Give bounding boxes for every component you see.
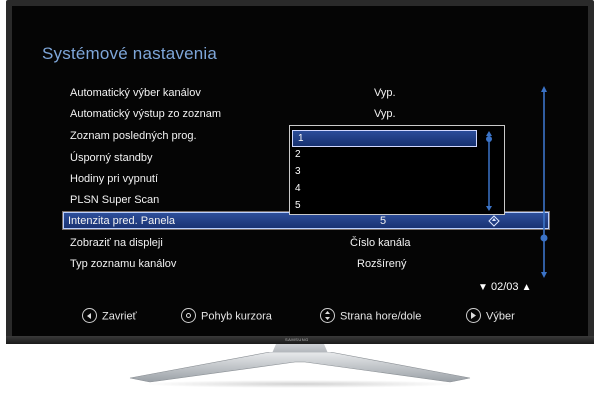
footer-close-hint: Zavrieť — [82, 308, 137, 324]
menu-row-auto-exit-list[interactable]: Automatický výstup zo zoznam Vyp. — [64, 105, 549, 125]
footer-cursor-hint: Pohyb kurzora — [181, 308, 272, 324]
stand-shadow — [140, 380, 460, 388]
menu-row-auto-channel-select[interactable]: Automatický výber kanálov Vyp. — [64, 84, 549, 104]
dropdown-option-3[interactable]: 3 — [290, 164, 470, 181]
dropdown-option-4[interactable]: 4 — [290, 181, 470, 198]
dropdown-option-1[interactable]: 1 — [292, 130, 477, 147]
footer-label: Strana hore/dole — [340, 310, 422, 323]
row-label: Hodiny pri vypnutí — [70, 173, 159, 185]
menu-title: Systémové nastavenia — [42, 44, 218, 63]
dropdown-scrollbar[interactable] — [483, 131, 495, 211]
menu-row-display-show[interactable]: Zobraziť na displeji Číslo kanála — [64, 234, 549, 254]
option-label: 1 — [298, 133, 304, 144]
row-label: PLSN Super Scan — [70, 194, 160, 206]
dropdown-option-5[interactable]: 5 — [290, 198, 470, 215]
row-value: 5 — [380, 215, 387, 227]
brand-logo: SAMSUNG — [285, 337, 309, 342]
row-label: Zobraziť na displeji — [70, 237, 163, 249]
footer-label: Výber — [486, 310, 515, 323]
row-label: Úsporný standby — [70, 152, 153, 164]
option-label: 3 — [295, 166, 301, 177]
diamond-arrows-icon — [488, 215, 500, 227]
row-label: Automatický výstup zo zoznam — [70, 108, 222, 120]
return-icon — [82, 308, 97, 323]
row-value: Vyp. — [374, 108, 396, 120]
enter-icon — [466, 308, 481, 323]
footer-label: Pohyb kurzora — [201, 310, 272, 323]
page-updown-icon — [320, 308, 335, 323]
page-down-icon: ▼ — [478, 282, 488, 293]
page-number: 02/03 — [490, 281, 519, 293]
page-up-icon: ▲ — [521, 282, 532, 293]
page-scrollbar[interactable] — [538, 86, 550, 278]
page-indicator: ▼ 02/03 ▲ — [478, 281, 531, 293]
row-label: Zoznam posledných prog. — [70, 130, 197, 142]
row-label: Automatický výber kanálov — [70, 87, 201, 99]
row-value: Vyp. — [374, 87, 396, 99]
row-label: Intenzita pred. Panela — [68, 215, 176, 227]
footer-label: Zavrieť — [102, 310, 137, 323]
option-label: 5 — [295, 200, 301, 211]
option-label: 2 — [295, 149, 301, 160]
option-label: 4 — [295, 183, 301, 194]
footer-select-hint: Výber — [466, 308, 515, 324]
menu-row-channel-list-type[interactable]: Typ zoznamu kanálov Rozšírený — [64, 255, 549, 275]
row-value: Číslo kanála — [350, 237, 411, 249]
footer-page-hint: Strana hore/dole — [320, 308, 422, 324]
tv-screen: Systémové nastavenia Automatický výber k… — [12, 6, 588, 337]
navigation-icon — [181, 308, 196, 323]
row-label: Typ zoznamu kanálov — [70, 258, 177, 270]
row-value: Rozšírený — [357, 258, 407, 270]
options-dropdown[interactable]: 1 2 3 4 5 — [289, 125, 505, 215]
dropdown-option-2[interactable]: 2 — [290, 147, 470, 164]
